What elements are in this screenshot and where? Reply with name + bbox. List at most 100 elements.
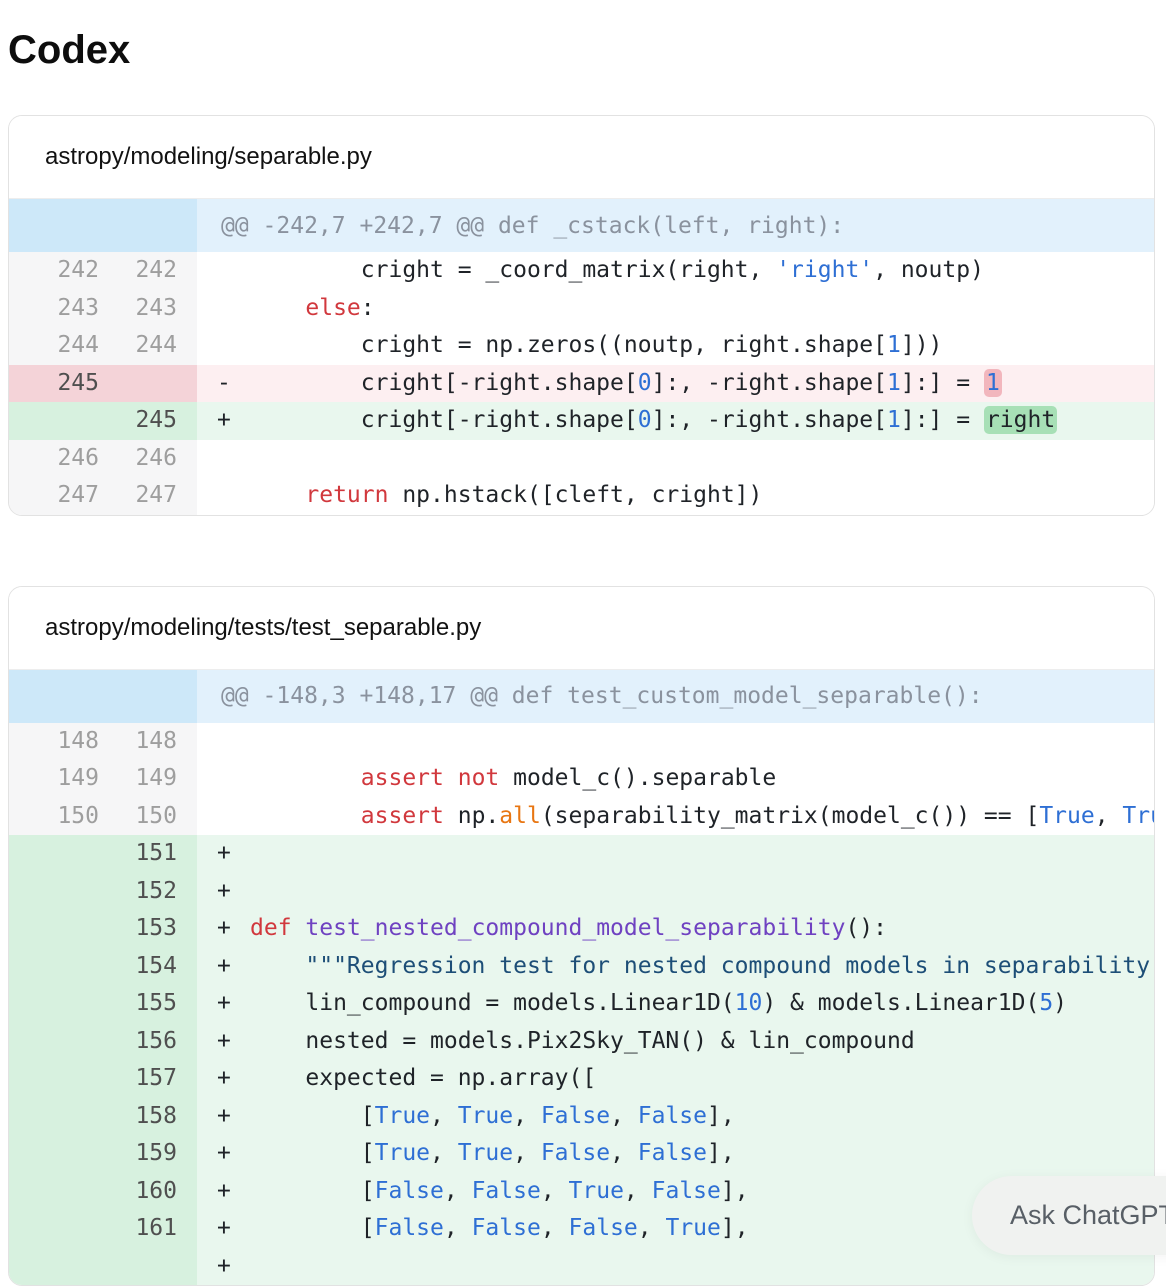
code-token: True: [458, 1103, 513, 1129]
code-token: ,: [444, 1215, 472, 1241]
code-token: cright[-right.shape[: [250, 407, 638, 433]
diff-marker: +: [217, 1248, 250, 1286]
line-number-old: [9, 1023, 107, 1061]
line-number-new: 152: [107, 873, 197, 911]
line-number-gutter: 245: [9, 365, 197, 403]
line-number-old: [9, 1060, 107, 1098]
line-number-old: [9, 1098, 107, 1136]
code-token: ]:] =: [901, 407, 984, 433]
code-token: [250, 803, 361, 829]
code-token: False: [375, 1178, 444, 1204]
code-token: model_c().separable: [499, 765, 776, 791]
code-token: False: [472, 1178, 541, 1204]
line-number-gutter: 246246: [9, 440, 197, 478]
line-number-new: [107, 365, 197, 403]
code-line: assert np.all(separability_matrix(model_…: [197, 798, 1154, 836]
code-line: [197, 723, 1154, 761]
code-token: ,: [610, 1140, 638, 1166]
code-token: cright[-right.shape[: [250, 370, 638, 396]
diff-row: 244244 cright = np.zeros((noutp, right.s…: [9, 327, 1154, 365]
line-number-new: [107, 1248, 197, 1286]
diff-marker: [217, 477, 250, 515]
code-token: assert: [361, 803, 444, 829]
diff-marker: +: [217, 835, 250, 873]
code-token: [250, 295, 305, 321]
code-line: cright = np.zeros((noutp, right.shape[1]…: [197, 327, 1154, 365]
line-number-new: 158: [107, 1098, 197, 1136]
code-token: 1: [984, 369, 1002, 397]
code-token: assert: [361, 765, 444, 791]
code-token: ],: [721, 1215, 749, 1241]
code-token: all: [499, 803, 541, 829]
diff-marker: [217, 290, 250, 328]
diff-marker: +: [217, 948, 250, 986]
line-number-gutter: 245: [9, 402, 197, 440]
code-line: assert not model_c().separable: [197, 760, 1154, 798]
diff-marker: +: [217, 1135, 250, 1173]
code-token: True: [458, 1140, 513, 1166]
line-number-gutter: 153: [9, 910, 197, 948]
line-number-old: 246: [9, 440, 107, 478]
line-number-gutter: 151: [9, 835, 197, 873]
code-token: :: [361, 295, 375, 321]
code-token: False: [472, 1215, 541, 1241]
code-line: +: [197, 873, 1154, 911]
code-line: + expected = np.array([: [197, 1060, 1154, 1098]
hunk-header-text: @@ -148,3 +148,17 @@ def test_custom_mod…: [197, 670, 1154, 723]
code-token: [: [250, 1215, 375, 1241]
diff-hunk-header: @@ -242,7 +242,7 @@ def _cstack(left, ri…: [9, 199, 1154, 252]
code-line: +def test_nested_compound_model_separabi…: [197, 910, 1154, 948]
code-token: 0: [638, 407, 652, 433]
line-number-old: [9, 873, 107, 911]
code-token: [292, 915, 306, 941]
line-number-new: 154: [107, 948, 197, 986]
diff-row: 149149 assert not model_c().separable: [9, 760, 1154, 798]
line-number-old: 150: [9, 798, 107, 836]
code-token: (separability_matrix(model_c()) == [: [541, 803, 1040, 829]
diff-row: 150150 assert np.all(separability_matrix…: [9, 798, 1154, 836]
code-token: lin_compound = models.Linear1D(: [250, 990, 735, 1016]
code-token: ,: [430, 1103, 458, 1129]
code-token: 1: [887, 370, 901, 396]
ask-chatgpt-button[interactable]: Ask ChatGPT: [972, 1176, 1166, 1255]
diff-marker: +: [217, 1098, 250, 1136]
code-token: ],: [721, 1178, 749, 1204]
file-path: astropy/modeling/separable.py: [45, 143, 372, 171]
file-header: astropy/modeling/tests/test_separable.py: [9, 587, 1154, 670]
diff-marker: +: [217, 1210, 250, 1248]
line-number-gutter: 150150: [9, 798, 197, 836]
code-token: True: [1039, 803, 1094, 829]
code-token: cright = np.zeros((noutp, right.shape[: [250, 332, 887, 358]
code-token: ]:, -right.shape[: [652, 407, 887, 433]
code-token: ) & models.Linear1D(: [762, 990, 1039, 1016]
line-number-gutter: 152: [9, 873, 197, 911]
diff-row: 157+ expected = np.array([: [9, 1060, 1154, 1098]
code-token: False: [541, 1140, 610, 1166]
diff-row: 246246: [9, 440, 1154, 478]
hunk-header-text: @@ -242,7 +242,7 @@ def _cstack(left, ri…: [197, 199, 1154, 252]
line-number-gutter: 157: [9, 1060, 197, 1098]
code-token: [: [250, 1103, 375, 1129]
diff-row: 245+ cright[-right.shape[0]:, -right.sha…: [9, 402, 1154, 440]
code-token: ,: [513, 1103, 541, 1129]
code-token: ,: [430, 1140, 458, 1166]
diff-row: 156+ nested = models.Pix2Sky_TAN() & lin…: [9, 1023, 1154, 1061]
diff-marker: [217, 252, 250, 290]
code-token: ,: [638, 1215, 666, 1241]
line-number-old: 242: [9, 252, 107, 290]
diff-row: 245- cright[-right.shape[0]:, -right.sha…: [9, 365, 1154, 403]
line-number-gutter: [9, 1248, 197, 1286]
line-number-old: [9, 402, 107, 440]
code-token: ],: [707, 1140, 735, 1166]
line-number-new: 243: [107, 290, 197, 328]
line-number-new: 157: [107, 1060, 197, 1098]
diff-row: 247247 return np.hstack([cleft, cright]): [9, 477, 1154, 515]
code-token: True: [665, 1215, 720, 1241]
code-line: + nested = models.Pix2Sky_TAN() & lin_co…: [197, 1023, 1154, 1061]
code-token: 1: [887, 332, 901, 358]
line-number-old: [9, 1173, 107, 1211]
code-line: else:: [197, 290, 1154, 328]
file-header: astropy/modeling/separable.py: [9, 116, 1154, 199]
diff-row: 242242 cright = _coord_matrix(right, 'ri…: [9, 252, 1154, 290]
line-number-new: 150: [107, 798, 197, 836]
